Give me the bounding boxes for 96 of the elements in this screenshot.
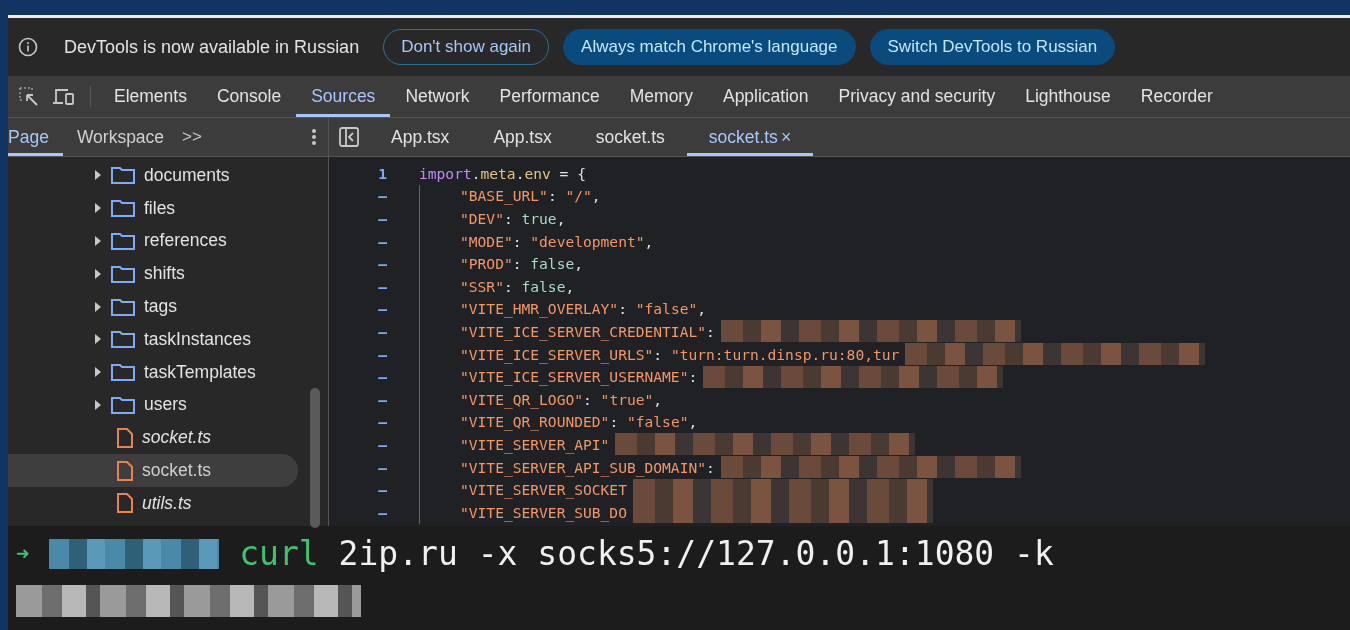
line-number: – xyxy=(377,255,388,273)
tree-item-label: socket.ts xyxy=(142,427,212,449)
tree-item[interactable]: shifts xyxy=(8,257,298,291)
tree-item-label: documents xyxy=(144,164,230,186)
line-number: – xyxy=(377,481,388,499)
folder-icon xyxy=(110,263,136,284)
editor-tab[interactable]: App.tsx xyxy=(471,118,574,156)
expand-arrow-icon[interactable] xyxy=(94,236,102,246)
infobar-message: DevTools is now available in Russian xyxy=(64,36,360,58)
navigator-tab[interactable]: Workspace xyxy=(62,118,179,156)
info-icon xyxy=(18,37,38,57)
code-line: "MODE": "development", xyxy=(460,232,654,250)
file-icon xyxy=(116,492,134,515)
code-line: "PROD": false, xyxy=(460,255,584,273)
file-icon xyxy=(116,459,134,482)
code-line: "BASE_URL": "/", xyxy=(460,187,601,205)
code-line: "VITE_ICE_SERVER_URLS": "turn:turn.dinsp.ru:80,tur xyxy=(460,343,1206,366)
prompt-arrow: ➜ xyxy=(16,541,30,566)
code-line: "VITE_SERVER_SUB_DO xyxy=(460,501,933,524)
panel-tab[interactable]: Lighthouse xyxy=(1010,76,1126,117)
panel-tab[interactable]: Recorder xyxy=(1125,76,1228,117)
line-number: – xyxy=(377,435,388,453)
expand-arrow-icon[interactable] xyxy=(94,203,102,214)
line-number: – xyxy=(377,232,388,250)
folder-icon xyxy=(110,165,136,186)
line-number: – xyxy=(377,187,388,205)
line-number: – xyxy=(377,503,388,521)
expand-arrow-icon[interactable] xyxy=(94,367,102,378)
tree-item-label: tags xyxy=(144,296,178,318)
code-line: "VITE_HMR_OVERLAY": "false", xyxy=(460,300,707,318)
tree-item[interactable]: taskTemplates xyxy=(8,355,298,389)
folder-icon xyxy=(110,231,136,251)
terminal-command: curl xyxy=(239,534,319,573)
file-icon xyxy=(116,426,134,449)
line-number: – xyxy=(377,368,388,386)
scrollbar-thumb[interactable] xyxy=(310,388,320,528)
tree-item[interactable]: references xyxy=(8,224,298,258)
folder-icon xyxy=(110,362,136,383)
tree-item-label: taskInstances xyxy=(144,328,251,350)
panel-tab[interactable]: Performance xyxy=(484,76,615,117)
panel-tab[interactable]: Elements xyxy=(99,76,202,117)
expand-arrow-icon[interactable] xyxy=(94,268,102,279)
tree-item-label: shifts xyxy=(144,263,185,285)
tree-item-label: users xyxy=(144,394,187,416)
tree-item[interactable]: socket.ts xyxy=(8,454,298,487)
panel-tab[interactable]: Network xyxy=(390,76,485,117)
tree-item-label: utils.ts xyxy=(142,492,192,514)
code-line: "VITE_SERVER_API_SUB_DOMAIN": xyxy=(460,456,1021,478)
line-number: 1 xyxy=(377,164,388,182)
code-line: import.meta.env = { xyxy=(419,164,586,182)
tree-item-label: socket.ts xyxy=(142,460,212,482)
infobar-button[interactable]: Always match Chrome's language xyxy=(563,29,856,65)
tree-item[interactable]: socket.ts xyxy=(8,421,298,455)
panel-tab[interactable]: Console xyxy=(201,76,297,117)
code-line: "VITE_SERVER_API" xyxy=(460,433,916,456)
tree-item[interactable]: tags xyxy=(8,290,298,323)
code-line: "VITE_ICE_SERVER_USERNAME": xyxy=(460,365,1004,388)
panel-tab[interactable]: Memory xyxy=(614,76,708,117)
line-number: – xyxy=(377,413,388,431)
folder-icon xyxy=(110,198,136,219)
terminal-arguments: 2ip.ru -x socks5://127.0.0.1:1080 -k xyxy=(337,534,1054,573)
code-line: "SSR": false, xyxy=(460,277,575,295)
tree-item[interactable]: users xyxy=(8,388,298,422)
editor-tab[interactable]: socket.ts xyxy=(573,118,687,156)
tree-item[interactable]: taskInstances xyxy=(8,323,298,356)
tree-item-label: files xyxy=(144,197,176,219)
line-number: – xyxy=(377,458,388,476)
expand-arrow-icon[interactable] xyxy=(94,301,102,312)
expand-arrow-icon[interactable] xyxy=(94,170,102,181)
expand-arrow-icon[interactable] xyxy=(94,334,102,345)
line-number: – xyxy=(377,210,388,227)
navigator-tab[interactable]: Page xyxy=(8,118,63,156)
folder-icon xyxy=(110,296,136,317)
line-number: – xyxy=(377,390,388,408)
line-number: – xyxy=(377,277,388,295)
more-tabs-button[interactable]: >> xyxy=(178,118,206,156)
infobar-button[interactable]: Switch DevTools to Russian xyxy=(869,29,1116,65)
line-number: – xyxy=(377,345,388,363)
code-line: "VITE_QR_ROUNDED": "false", xyxy=(460,413,698,431)
folder-icon xyxy=(110,394,136,415)
editor-tab[interactable]: App.tsx xyxy=(369,118,472,156)
tree-item[interactable]: utils.ts xyxy=(8,486,298,520)
folder-icon xyxy=(110,329,136,350)
code-line: "VITE_QR_LOGO": "true", xyxy=(460,390,663,408)
expand-arrow-icon[interactable] xyxy=(94,399,102,410)
tree-item[interactable]: files xyxy=(8,191,298,225)
panel-tab[interactable]: Privacy and security xyxy=(823,76,1011,117)
tree-item[interactable]: documents xyxy=(8,159,298,192)
panel-tab[interactable]: Application xyxy=(707,76,824,117)
code-line: "VITE_ICE_SERVER_CREDENTIAL": xyxy=(460,320,1021,343)
tree-item-label: references xyxy=(144,230,227,252)
code-line: "VITE_SERVER_SOCKET xyxy=(460,478,933,501)
code-line: "DEV": true, xyxy=(460,210,566,227)
line-number: – xyxy=(377,300,388,318)
line-number: – xyxy=(377,322,388,340)
tree-item-label: taskTemplates xyxy=(144,361,256,383)
